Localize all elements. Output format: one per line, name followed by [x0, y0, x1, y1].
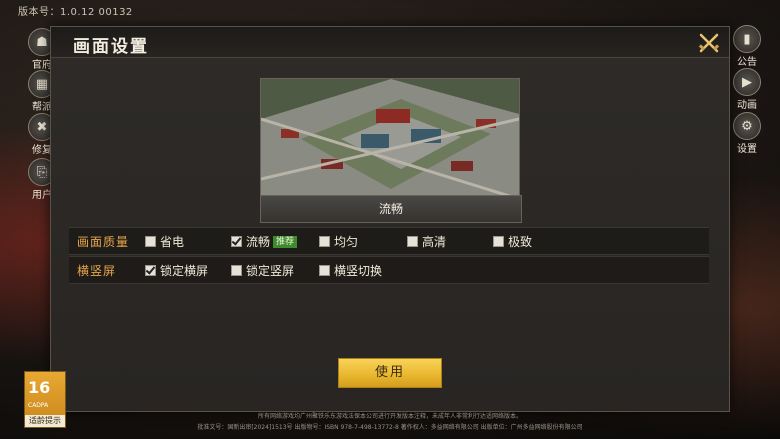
quality-row: 画面质量 省电 流畅 推荐 均匀 高清 极致	[69, 227, 709, 255]
quality-option-power-saving[interactable]: 省电	[145, 233, 184, 250]
close-button[interactable]	[697, 31, 721, 55]
option-label: 省电	[160, 235, 185, 249]
orientation-option-auto-rotate[interactable]: 横竖切换	[319, 262, 382, 279]
footer-notice: 所有网络游戏均广州聚铁乐东游戏法保本公司进行开发版本注释，未成年人非常利行达适网…	[257, 413, 522, 420]
option-label: 锁定竖屏	[246, 264, 295, 278]
option-label: 横竖切换	[334, 264, 383, 278]
quality-option-ultra[interactable]: 极致	[493, 233, 532, 250]
notice-label: 公告	[737, 57, 757, 68]
checkbox-checked-icon	[145, 265, 156, 276]
version-label: 版本号：1.0.12 00132	[18, 7, 133, 18]
checkbox-checked-icon	[231, 236, 242, 247]
recommended-badge: 推荐	[273, 235, 298, 248]
quality-row-label: 画面质量	[77, 235, 130, 249]
close-crossed-swords-icon	[698, 33, 720, 53]
orientation-option-lock-landscape[interactable]: 锁定横屏	[145, 262, 208, 279]
age-rating-category: CADPA	[28, 402, 49, 409]
orientation-row: 横竖屏 锁定横屏 锁定竖屏 横竖切换	[69, 256, 709, 284]
settings-label: 设置	[737, 144, 757, 155]
preview-quality-label: 流畅	[260, 195, 522, 223]
dialog-header: 画面设置	[51, 27, 729, 58]
orientation-row-label: 横竖屏	[77, 264, 117, 278]
settings-gear-icon: ⚙	[733, 112, 761, 140]
notice-book-icon: ▮	[733, 25, 761, 53]
apply-button[interactable]: 使用	[338, 358, 442, 388]
checkbox-icon	[231, 265, 242, 276]
play-animation-icon: ▶	[733, 68, 761, 96]
age-rating-number: 16	[28, 378, 51, 397]
notice-button[interactable]: ▮ 公告	[729, 25, 765, 68]
animation-button[interactable]: ▶ 动画	[729, 68, 765, 111]
checkbox-icon	[319, 265, 330, 276]
dialog-title: 画面设置	[73, 37, 149, 57]
option-label: 锁定横屏	[160, 264, 209, 278]
checkbox-icon	[145, 236, 156, 247]
option-label: 极致	[508, 235, 533, 249]
display-settings-dialog: 画面设置 流畅 画面质量 省电 流畅 推荐 均匀 高清 极致 横竖屏 锁定横屏 …	[50, 26, 730, 412]
checkbox-icon	[407, 236, 418, 247]
footer-publishing-info: 批准文号：国新出审[2024]1513号 出版物号：ISBN 978-7-498…	[197, 424, 583, 431]
option-label: 流畅	[246, 235, 271, 249]
quality-option-smooth[interactable]: 流畅 推荐	[231, 233, 298, 250]
animation-label: 动画	[737, 100, 757, 111]
age-rating-badge[interactable]: 16 CADPA 适龄提示	[24, 371, 66, 428]
option-label: 高清	[422, 235, 447, 249]
option-label: 均匀	[334, 235, 359, 249]
checkbox-icon	[493, 236, 504, 247]
checkbox-icon	[319, 236, 330, 247]
orientation-option-lock-portrait[interactable]: 锁定竖屏	[231, 262, 294, 279]
age-rating-tip: 适龄提示	[25, 415, 65, 427]
quality-option-hd[interactable]: 高清	[407, 233, 446, 250]
quality-option-balanced[interactable]: 均匀	[319, 233, 358, 250]
settings-button[interactable]: ⚙ 设置	[729, 112, 765, 155]
